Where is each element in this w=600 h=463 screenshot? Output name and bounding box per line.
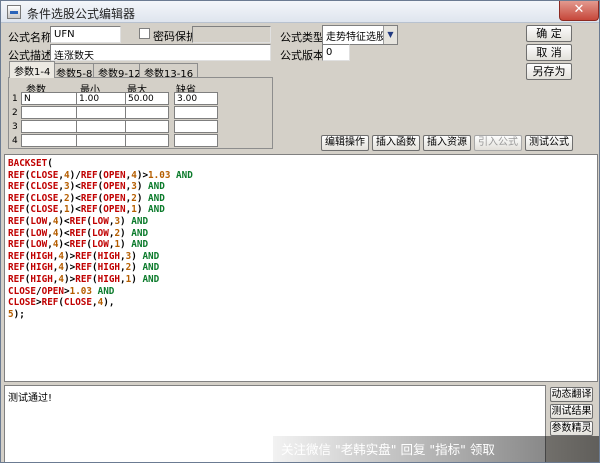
param-row-number: 2 bbox=[12, 108, 18, 118]
password-label: 密码保护 bbox=[153, 30, 197, 43]
window-title: 条件选股公式编辑器 bbox=[27, 7, 136, 21]
formula-name-label: 公式名称 bbox=[8, 31, 52, 44]
code-line[interactable]: CLOSE/OPEN>1.03 AND bbox=[8, 286, 193, 298]
param-max-cell[interactable]: 50.00 bbox=[125, 92, 169, 105]
params-panel: 参数 最小 最大 缺省 1 N 1.00 50.00 3.00 2 3 4 bbox=[8, 77, 273, 149]
formula-type-select[interactable]: 走势特征选股 ▼ bbox=[322, 25, 398, 45]
ok-button[interactable]: 确 定 bbox=[526, 25, 572, 42]
code-line[interactable]: REF(LOW,4)<REF(LOW,1) AND bbox=[8, 239, 193, 251]
param-row-number: 4 bbox=[12, 136, 18, 146]
import-formula-button[interactable]: 引入公式 bbox=[474, 135, 522, 151]
tab-params-5-8[interactable]: 参数5-8 bbox=[51, 63, 98, 80]
formula-version-input[interactable]: 0 bbox=[322, 44, 350, 61]
insert-function-button[interactable]: 插入函数 bbox=[372, 135, 420, 151]
code-line[interactable]: CLOSE>REF(CLOSE,4), bbox=[8, 297, 193, 309]
param-default-cell[interactable] bbox=[174, 134, 218, 147]
tab-params-13-16[interactable]: 参数13-16 bbox=[139, 63, 199, 80]
param-name-cell[interactable] bbox=[21, 120, 84, 133]
code-line[interactable]: REF(LOW,4)<REF(LOW,3) AND bbox=[8, 216, 193, 228]
password-checkbox[interactable] bbox=[139, 28, 150, 39]
title-bar: 条件选股公式编辑器 ✕ bbox=[1, 1, 599, 23]
code-line[interactable]: REF(CLOSE,2)<REF(OPEN,2) AND bbox=[8, 193, 193, 205]
formula-editor-window: 条件选股公式编辑器 ✕ 公式名称 UFN 密码保护 公式类型 走势特征选股 ▼ … bbox=[0, 0, 600, 463]
param-name-cell[interactable]: N bbox=[21, 92, 84, 105]
test-result-button[interactable]: 测试结果 bbox=[550, 404, 593, 419]
code-line[interactable]: REF(HIGH,4)>REF(HIGH,3) AND bbox=[8, 251, 193, 263]
param-row-number: 1 bbox=[12, 94, 18, 104]
close-button[interactable]: ✕ bbox=[559, 1, 599, 21]
chevron-down-icon[interactable]: ▼ bbox=[383, 26, 397, 44]
code-text[interactable]: BACKSET(REF(CLOSE,4)/REF(OPEN,4)>1.03 AN… bbox=[8, 158, 193, 320]
app-icon bbox=[7, 5, 21, 19]
param-default-cell[interactable]: 3.00 bbox=[174, 92, 218, 105]
code-line[interactable]: REF(CLOSE,4)/REF(OPEN,4)>1.03 AND bbox=[8, 170, 193, 182]
test-output-text: 测试通过! bbox=[8, 393, 53, 404]
tab-params-1-4[interactable]: 参数1-4 bbox=[9, 61, 56, 78]
param-max-cell[interactable] bbox=[125, 134, 169, 147]
insert-resource-button[interactable]: 插入资源 bbox=[423, 135, 471, 151]
formula-type-value: 走势特征选股 bbox=[326, 32, 386, 43]
save-as-button[interactable]: 另存为 bbox=[526, 63, 572, 80]
code-line[interactable]: 5); bbox=[8, 309, 193, 321]
param-default-cell[interactable] bbox=[174, 120, 218, 133]
watermark-banner: 关注微信 "老韩实盘" 回复 "指标" 领取 bbox=[273, 436, 599, 462]
password-field[interactable] bbox=[192, 26, 271, 43]
code-line[interactable]: REF(CLOSE,3)<REF(OPEN,3) AND bbox=[8, 181, 193, 193]
tab-params-9-12[interactable]: 参数9-12 bbox=[93, 63, 146, 80]
code-line[interactable]: BACKSET( bbox=[8, 158, 193, 170]
code-line[interactable]: REF(HIGH,4)>REF(HIGH,2) AND bbox=[8, 262, 193, 274]
test-formula-button[interactable]: 测试公式 bbox=[525, 135, 573, 151]
formula-version-label: 公式版本 bbox=[280, 49, 324, 62]
code-line[interactable]: REF(HIGH,4)>REF(HIGH,1) AND bbox=[8, 274, 193, 286]
code-line[interactable]: REF(CLOSE,1)<REF(OPEN,1) AND bbox=[8, 204, 193, 216]
dynamic-translate-button[interactable]: 动态翻译 bbox=[550, 387, 593, 402]
code-line[interactable]: REF(LOW,4)<REF(LOW,2) AND bbox=[8, 228, 193, 240]
edit-operation-button[interactable]: 编辑操作 bbox=[321, 135, 369, 151]
formula-desc-input[interactable]: 连涨数天 bbox=[50, 44, 271, 61]
param-name-cell[interactable] bbox=[21, 106, 84, 119]
param-name-cell[interactable] bbox=[21, 134, 84, 147]
param-max-cell[interactable] bbox=[125, 106, 169, 119]
param-default-cell[interactable] bbox=[174, 106, 218, 119]
param-row-number: 3 bbox=[12, 122, 18, 132]
code-editor[interactable]: BACKSET(REF(CLOSE,4)/REF(OPEN,4)>1.03 AN… bbox=[4, 154, 598, 382]
formula-type-label: 公式类型 bbox=[280, 31, 324, 44]
formula-name-input[interactable]: UFN bbox=[50, 26, 121, 43]
param-max-cell[interactable] bbox=[125, 120, 169, 133]
param-wizard-button[interactable]: 参数精灵 bbox=[550, 421, 593, 436]
cancel-button[interactable]: 取 消 bbox=[526, 44, 572, 61]
